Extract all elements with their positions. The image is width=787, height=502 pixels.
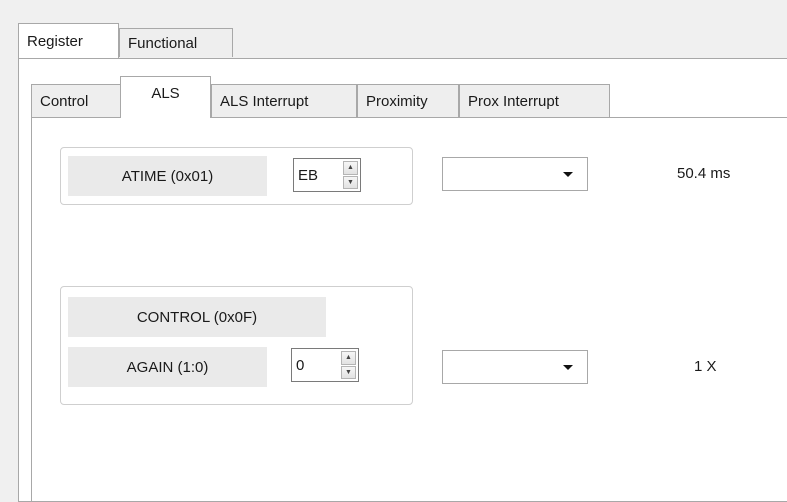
again-spinner[interactable]: ▲ ▼ xyxy=(291,348,359,382)
atime-spinner[interactable]: ▲ ▼ xyxy=(293,158,361,192)
register-panel: Control ALS ALS Interrupt Proximity Prox… xyxy=(18,58,787,502)
tab-control[interactable]: Control xyxy=(31,84,122,117)
control-label: CONTROL (0x0F) xyxy=(68,297,326,337)
tab-proximity[interactable]: Proximity xyxy=(357,84,459,117)
control-group: CONTROL (0x0F) AGAIN (1:0) ▲ ▼ xyxy=(60,286,413,405)
again-spin-up-icon[interactable]: ▲ xyxy=(341,351,356,365)
atime-dropdown-arrow-icon xyxy=(563,171,573,177)
window: Register Functional Control ALS ALS Inte… xyxy=(0,0,787,502)
als-panel: ATIME (0x01) ▲ ▼ 50.4 ms CONTROL (0x0F) … xyxy=(31,117,787,502)
atime-spin-up-icon[interactable]: ▲ xyxy=(343,161,358,175)
tab-proximity-label: Proximity xyxy=(366,92,428,110)
tab-register-label: Register xyxy=(27,32,83,50)
atime-spin-down-icon[interactable]: ▼ xyxy=(343,175,358,189)
again-spin-buttons: ▲ ▼ xyxy=(341,349,358,381)
again-dropdown[interactable] xyxy=(442,350,588,384)
tab-als[interactable]: ALS xyxy=(120,76,211,118)
tab-register[interactable]: Register xyxy=(18,23,119,58)
tab-control-label: Control xyxy=(40,92,89,110)
again-readout: 1 X xyxy=(694,358,717,375)
again-label: AGAIN (1:0) xyxy=(68,347,267,387)
atime-label: ATIME (0x01) xyxy=(68,156,267,196)
again-spinner-input[interactable] xyxy=(292,349,341,381)
atime-dropdown[interactable] xyxy=(442,157,588,191)
tab-prox-interrupt[interactable]: Prox Interrupt xyxy=(459,84,610,117)
atime-readout: 50.4 ms xyxy=(677,165,731,182)
atime-spin-buttons: ▲ ▼ xyxy=(343,159,360,191)
tab-functional[interactable]: Functional xyxy=(119,28,233,57)
tab-functional-label: Functional xyxy=(128,34,198,52)
tab-prox-interrupt-label: Prox Interrupt xyxy=(468,92,559,110)
tab-als-label: ALS xyxy=(151,85,180,102)
again-dropdown-arrow-icon xyxy=(563,364,573,370)
atime-spinner-input[interactable] xyxy=(294,159,343,191)
tab-als-interrupt-label: ALS Interrupt xyxy=(220,92,309,110)
again-spin-down-icon[interactable]: ▼ xyxy=(341,365,356,379)
tab-als-interrupt[interactable]: ALS Interrupt xyxy=(211,84,357,117)
atime-group: ATIME (0x01) ▲ ▼ xyxy=(60,147,413,205)
